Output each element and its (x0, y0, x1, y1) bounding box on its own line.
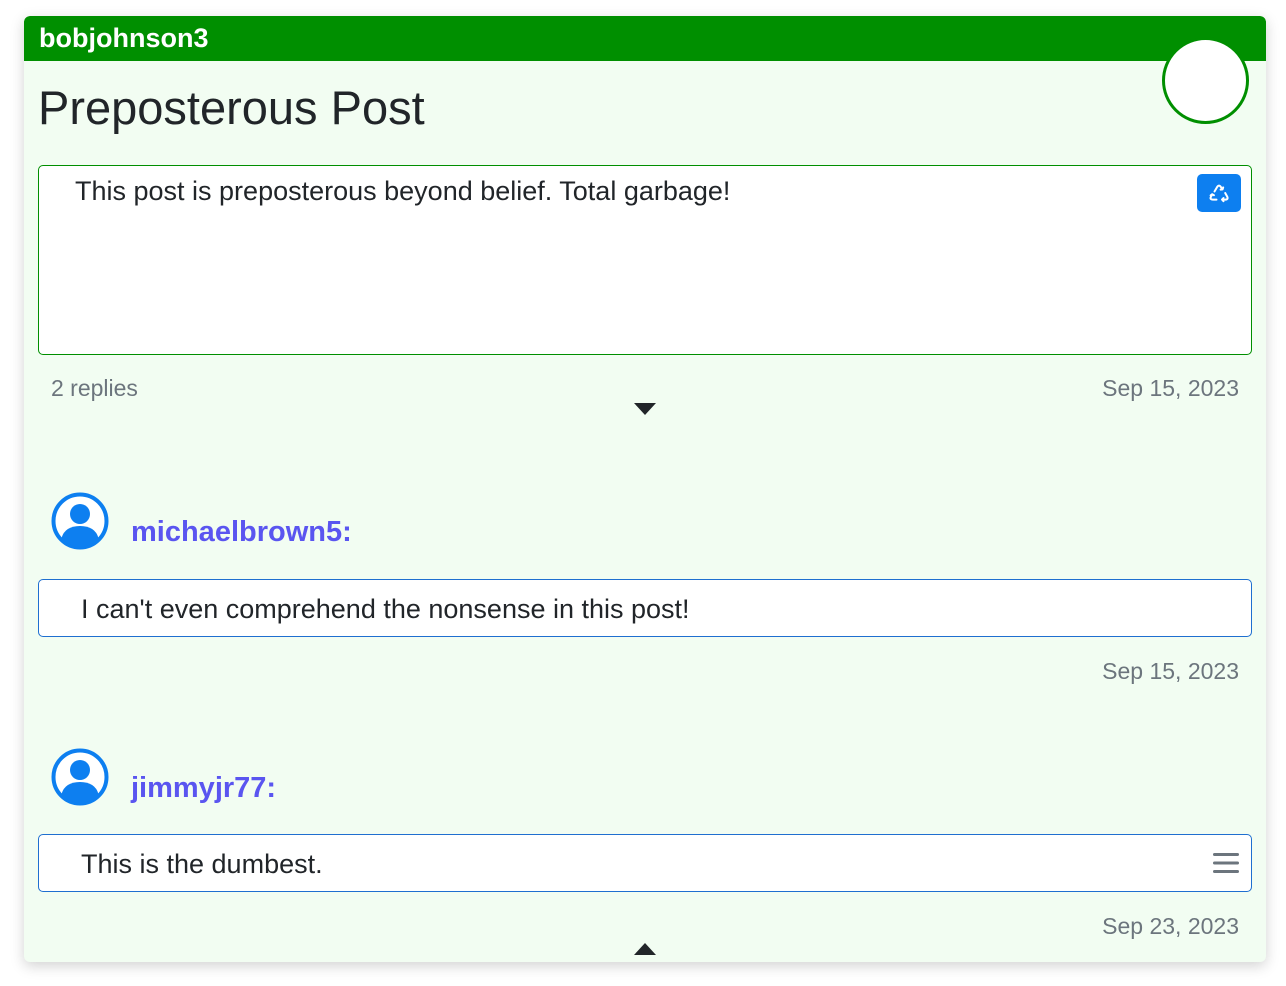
post-author[interactable]: bobjohnson3 (39, 21, 208, 55)
reply-text: I can't even comprehend the nonsense in … (81, 594, 690, 624)
post-text: This post is preposterous beyond belief.… (75, 176, 731, 206)
reply-author[interactable]: jimmyjr77: (131, 770, 276, 806)
caret-down-icon[interactable] (633, 402, 657, 416)
caret-up-icon[interactable] (633, 942, 657, 956)
reply-author[interactable]: michaelbrown5: (131, 514, 352, 550)
replies-count: 2 replies (51, 375, 138, 401)
user-circle-icon (51, 748, 109, 806)
post-header: bobjohnson3 (24, 16, 1266, 61)
post-body: This post is preposterous beyond belief.… (38, 165, 1252, 355)
user-circle-icon (51, 492, 109, 550)
reply-body: This is the dumbest. (38, 834, 1252, 892)
post-title: Preposterous Post (38, 81, 425, 134)
post-author-avatar[interactable] (1162, 37, 1249, 124)
hamburger-menu-icon[interactable] (1213, 851, 1239, 875)
recycle-button[interactable] (1197, 174, 1241, 212)
post-card: bobjohnson3 Preposterous Post This post … (24, 16, 1266, 962)
reply-date: Sep 23, 2023 (1102, 913, 1239, 939)
reply-body: I can't even comprehend the nonsense in … (38, 579, 1252, 637)
reply-text: This is the dumbest. (81, 849, 323, 879)
recycle-icon (1209, 184, 1229, 203)
post-date: Sep 15, 2023 (1102, 375, 1239, 401)
reply-date: Sep 15, 2023 (1102, 658, 1239, 684)
